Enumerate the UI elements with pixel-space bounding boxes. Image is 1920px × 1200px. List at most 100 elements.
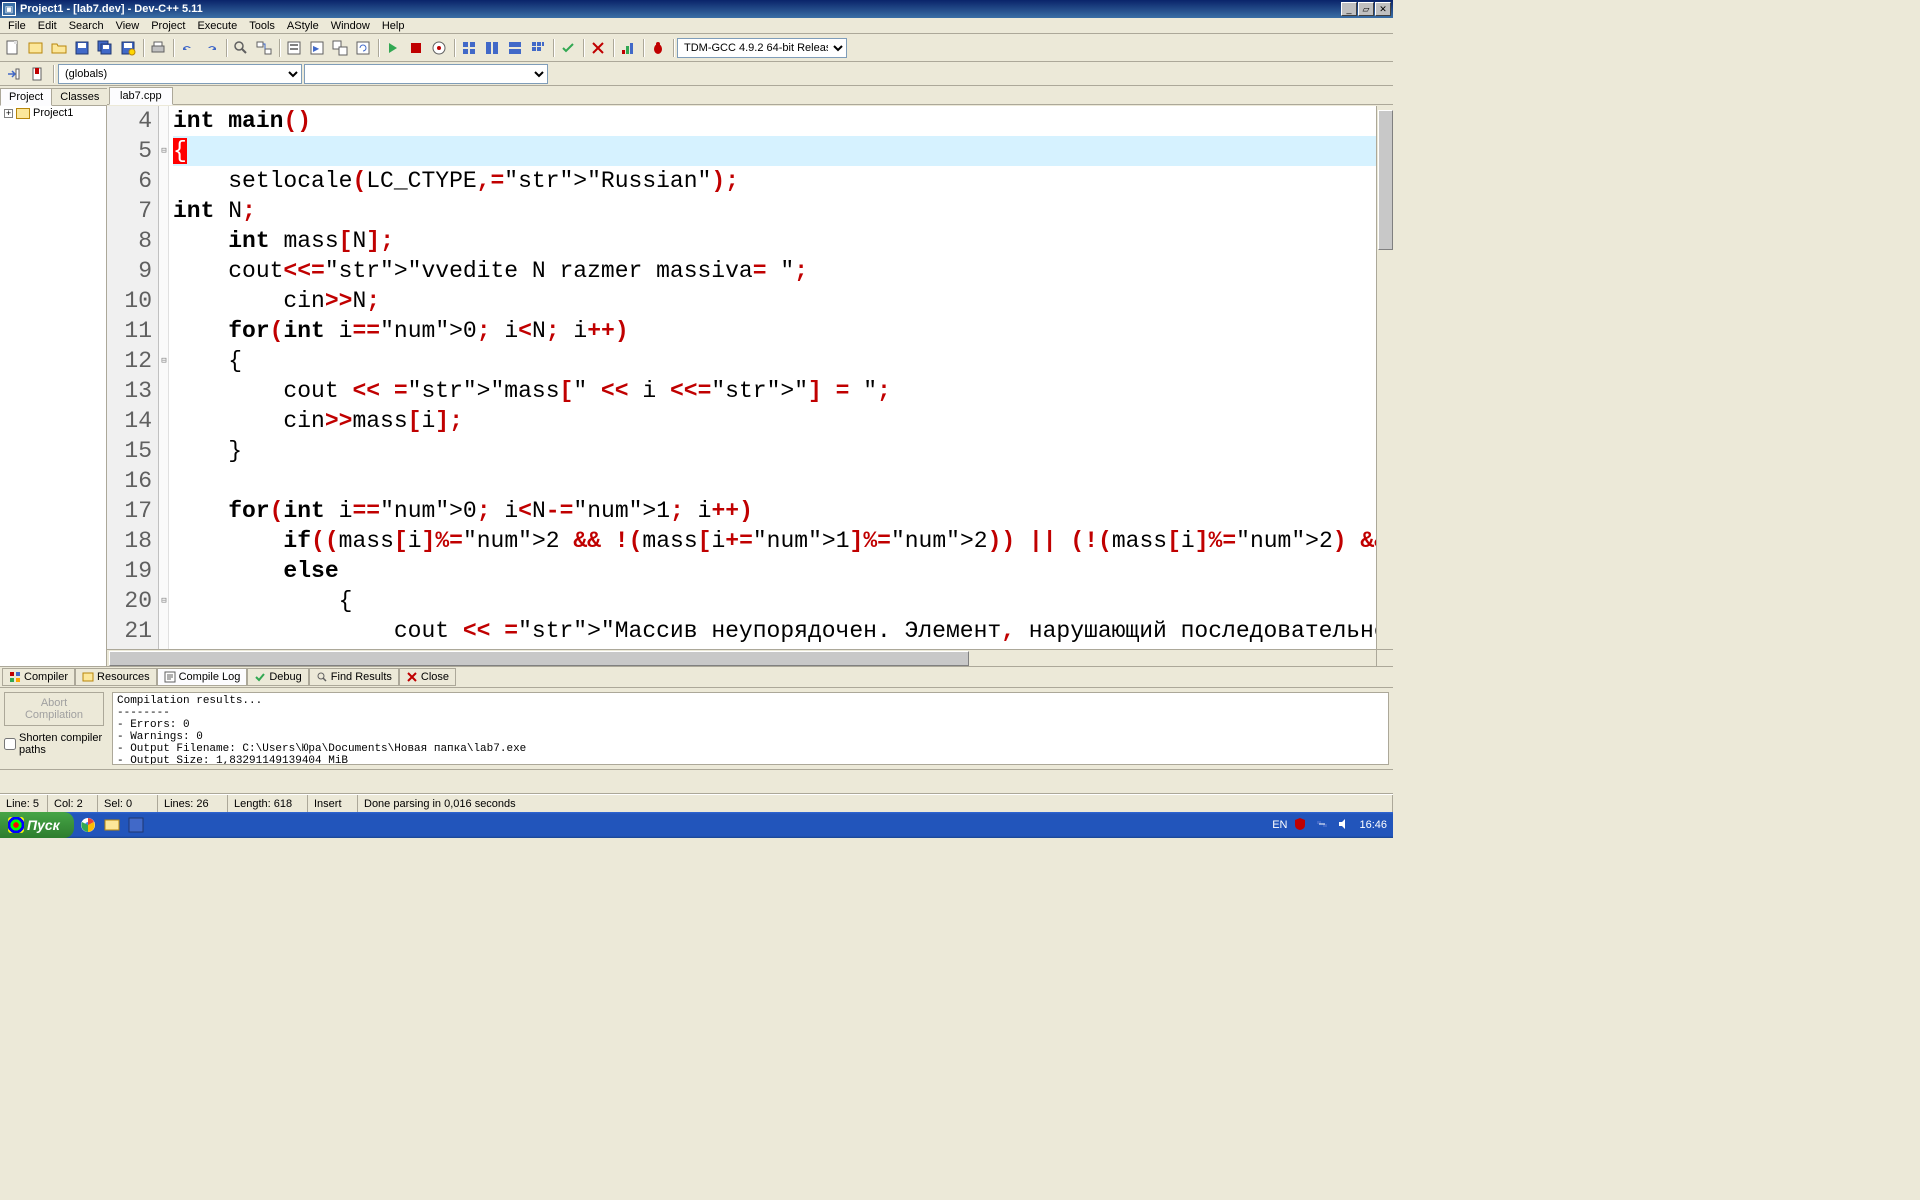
tab-debug-out[interactable]: Debug	[247, 668, 308, 686]
grid2-icon[interactable]	[481, 37, 503, 59]
separator	[610, 37, 616, 59]
redo-icon[interactable]	[200, 37, 222, 59]
find-icon[interactable]	[230, 37, 252, 59]
maximize-button[interactable]: ▱	[1358, 2, 1374, 16]
print-icon[interactable]	[147, 37, 169, 59]
grid1-icon[interactable]	[458, 37, 480, 59]
menu-tools[interactable]: Tools	[243, 20, 281, 32]
menu-astyle[interactable]: AStyle	[281, 20, 325, 32]
start-button[interactable]: Пуск	[0, 812, 74, 838]
save-icon[interactable]	[71, 37, 93, 59]
separator	[640, 37, 646, 59]
compile-run-icon[interactable]	[329, 37, 351, 59]
main-toolbar: ▶ TDM-GCC 4.9.2 64-bit Release	[0, 34, 1393, 62]
abort-compilation-button[interactable]: Abort Compilation	[4, 692, 104, 726]
status-line: Line: 5	[0, 795, 48, 812]
vertical-scrollbar[interactable]	[1376, 106, 1393, 649]
code-area[interactable]: 4567891011121314151617181920212223 ⊟⊟⊟ i…	[107, 106, 1393, 649]
tab-resources[interactable]: Resources	[75, 668, 157, 686]
menu-execute[interactable]: Execute	[191, 20, 243, 32]
window-titlebar: ▣ Project1 - [lab7.dev] - Dev-C++ 5.11 _…	[0, 0, 1393, 18]
expand-icon[interactable]: +	[4, 109, 13, 118]
stop-icon[interactable]	[405, 37, 427, 59]
check-icon[interactable]	[557, 37, 579, 59]
new-project-icon[interactable]	[25, 37, 47, 59]
menu-help[interactable]: Help	[376, 20, 411, 32]
task-explorer-icon[interactable]	[102, 815, 122, 835]
task-devcpp-icon[interactable]	[126, 815, 146, 835]
globals-select[interactable]: (globals)	[58, 64, 302, 84]
save-all-icon[interactable]	[94, 37, 116, 59]
editor-pane: 4567891011121314151617181920212223 ⊟⊟⊟ i…	[107, 106, 1393, 666]
tray-shield-icon[interactable]	[1293, 817, 1309, 833]
fold-column[interactable]: ⊟⊟⊟	[159, 106, 169, 649]
compile-output[interactable]: Compilation results... -------- - Errors…	[112, 692, 1389, 765]
blank-band	[0, 770, 1393, 794]
file-tabs: lab7.cpp	[107, 86, 1393, 105]
grid3-icon[interactable]	[504, 37, 526, 59]
delete-icon[interactable]	[587, 37, 609, 59]
grid4-icon[interactable]	[527, 37, 549, 59]
profile-icon[interactable]	[428, 37, 450, 59]
menu-search[interactable]: Search	[63, 20, 110, 32]
separator	[451, 37, 457, 59]
open-icon[interactable]	[48, 37, 70, 59]
goto-icon[interactable]	[2, 63, 24, 85]
save-as-icon[interactable]	[117, 37, 139, 59]
tab-compiler[interactable]: Compiler	[2, 668, 75, 686]
code-text[interactable]: int main(){ setlocale(LC_CTYPE,="str">"R…	[169, 106, 1376, 649]
compile-icon[interactable]	[283, 37, 305, 59]
symbol-select[interactable]	[304, 64, 548, 84]
tray-network-icon[interactable]	[1315, 817, 1331, 833]
run-icon[interactable]: ▶	[306, 37, 328, 59]
close-tab-icon	[406, 671, 418, 683]
new-file-icon[interactable]	[2, 37, 24, 59]
tab-close[interactable]: Close	[399, 668, 456, 686]
chart-icon[interactable]	[617, 37, 639, 59]
tray-clock[interactable]: 16:46	[1359, 819, 1387, 831]
debug-icon[interactable]	[382, 37, 404, 59]
file-tab-lab7[interactable]: lab7.cpp	[109, 87, 173, 105]
status-msg: Done parsing in 0,016 seconds	[358, 795, 1393, 812]
project-tree-root[interactable]: + Project1	[0, 106, 106, 120]
separator	[276, 37, 282, 59]
menu-window[interactable]: Window	[325, 20, 376, 32]
bookmark-icon[interactable]	[26, 63, 48, 85]
separator	[140, 37, 146, 59]
menu-view[interactable]: View	[110, 20, 146, 32]
undo-icon[interactable]	[177, 37, 199, 59]
status-mode: Insert	[308, 795, 358, 812]
compiler-select[interactable]: TDM-GCC 4.9.2 64-bit Release	[677, 38, 847, 58]
tab-classes[interactable]: Classes	[51, 88, 108, 105]
rebuild-icon[interactable]	[352, 37, 374, 59]
second-toolbar: (globals)	[0, 62, 1393, 86]
replace-icon[interactable]	[253, 37, 275, 59]
scrollbar-thumb[interactable]	[1378, 110, 1393, 250]
side-tabs: Project Classes Debug	[0, 86, 107, 106]
system-tray: EN 16:46	[1272, 817, 1393, 833]
resources-icon	[82, 671, 94, 683]
minimize-button[interactable]: _	[1341, 2, 1357, 16]
menu-project[interactable]: Project	[145, 20, 191, 32]
task-chrome-icon[interactable]	[78, 815, 98, 835]
shorten-paths-checkbox[interactable]: Shorten compiler paths	[4, 732, 104, 756]
line-gutter[interactable]: 4567891011121314151617181920212223	[107, 106, 159, 649]
tab-compile-log[interactable]: Compile Log	[157, 668, 248, 686]
menu-file[interactable]: File	[2, 20, 32, 32]
tab-project[interactable]: Project	[0, 88, 52, 106]
tab-find-results[interactable]: Find Results	[309, 668, 399, 686]
close-button[interactable]: ✕	[1375, 2, 1391, 16]
bug-icon[interactable]	[647, 37, 669, 59]
menu-edit[interactable]: Edit	[32, 20, 63, 32]
hscrollbar-thumb[interactable]	[109, 651, 969, 666]
status-sel: Sel: 0	[98, 795, 158, 812]
project-tree[interactable]: + Project1	[0, 106, 107, 666]
folder-icon	[16, 108, 30, 119]
tray-volume-icon[interactable]	[1337, 817, 1353, 833]
separator	[375, 37, 381, 59]
horizontal-scrollbar[interactable]	[107, 649, 1393, 666]
tray-lang[interactable]: EN	[1272, 819, 1287, 831]
separator	[670, 37, 676, 59]
output-tabs: Compiler Resources Compile Log Debug Fin…	[0, 666, 1393, 688]
separator	[580, 37, 586, 59]
